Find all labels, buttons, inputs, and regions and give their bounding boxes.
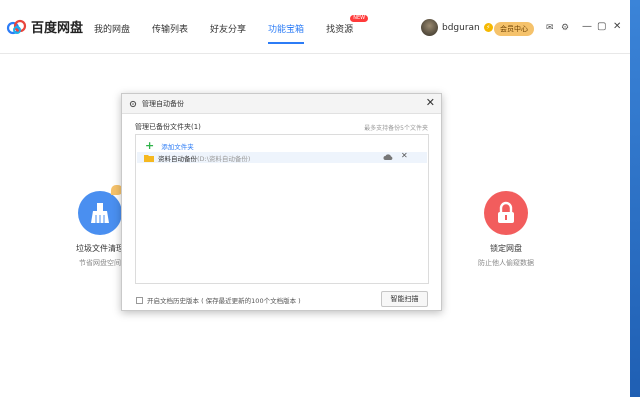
vip-lightning-icon: ⚡ xyxy=(483,23,493,32)
tab-label: 好友分享 xyxy=(210,25,247,35)
smart-scan-button[interactable]: 智能扫描 xyxy=(381,291,428,307)
minimize-icon[interactable]: — xyxy=(582,21,592,32)
backup-folder-list: + 添加文件夹 资料自动备份 (D:\资料自动备份) ✕ xyxy=(135,134,429,284)
history-label: 开启文档历史版本 ( 保存最近更新的100个文档版本 ) xyxy=(147,297,301,305)
folder-name: 资料自动备份 xyxy=(158,154,197,163)
add-folder-label: 添加文件夹 xyxy=(161,142,194,151)
close-icon[interactable]: ✕ xyxy=(613,21,621,32)
folder-icon xyxy=(144,154,154,162)
tab-label: 功能宝箱 xyxy=(268,25,305,35)
broom-icon xyxy=(78,191,122,235)
tool-desc: 防止他人偷窥数据 xyxy=(478,259,534,267)
app-logo[interactable]: 百度网盘 xyxy=(6,17,83,36)
gear-icon[interactable]: ⚙ xyxy=(561,23,569,33)
auto-backup-dialog: 管理自动备份 ✕ 管理已备份文件夹(1) 最多支持备份5个文件夹 + 添加文件夹… xyxy=(121,93,442,311)
tab-label: 找资源 xyxy=(326,25,354,35)
history-version-option[interactable]: 开启文档历史版本 ( 保存最近更新的100个文档版本 ) xyxy=(136,295,301,305)
dialog-header: 管理自动备份 xyxy=(122,94,441,114)
maximize-icon[interactable]: ▢ xyxy=(597,21,606,32)
add-folder-button[interactable]: + 添加文件夹 xyxy=(145,139,194,152)
tool-lock-disk[interactable]: 锁定网盘 防止他人偷窥数据 xyxy=(461,191,551,268)
tool-name: 锁定网盘 xyxy=(490,244,522,253)
tab-my-disk[interactable]: 我的网盘 xyxy=(94,22,130,35)
user-profile[interactable]: bdguran ⚡ xyxy=(421,19,493,36)
history-checkbox[interactable] xyxy=(136,296,143,304)
mail-icon[interactable]: ✉ xyxy=(546,23,554,33)
top-bar: 百度网盘 我的网盘 传输列表 好友分享 功能宝箱 找资源 NEW bdguran… xyxy=(0,0,630,54)
desktop-background xyxy=(630,0,640,397)
tab-label: 传输列表 xyxy=(152,25,189,35)
list-item[interactable]: 资料自动备份 (D:\资料自动备份) ✕ xyxy=(137,151,427,163)
cloud-logo-icon xyxy=(6,19,27,34)
cloud-sync-icon[interactable] xyxy=(383,153,393,161)
section-title: 管理已备份文件夹(1) xyxy=(135,123,201,131)
app-window: 百度网盘 我的网盘 传输列表 好友分享 功能宝箱 找资源 NEW bdguran… xyxy=(0,0,630,397)
lock-icon xyxy=(484,191,528,235)
username: bdguran xyxy=(442,22,480,33)
new-badge: NEW xyxy=(350,15,369,22)
section-hint: 最多支持备份5个文件夹 xyxy=(364,125,428,132)
tab-toolbox[interactable]: 功能宝箱 xyxy=(268,22,305,44)
tab-transfers[interactable]: 传输列表 xyxy=(152,22,188,35)
avatar[interactable] xyxy=(421,19,438,36)
remove-folder-icon[interactable]: ✕ xyxy=(401,151,408,160)
main-nav: 我的网盘 传输列表 好友分享 功能宝箱 找资源 NEW xyxy=(94,15,375,44)
member-center-button[interactable]: 会员中心 xyxy=(494,22,534,36)
dialog-title: 管理自动备份 xyxy=(142,99,184,108)
tab-find-resources[interactable]: 找资源 NEW xyxy=(326,15,369,35)
plus-icon: + xyxy=(145,139,155,152)
dialog-close-icon[interactable]: ✕ xyxy=(426,96,435,109)
settings-gear-icon xyxy=(129,100,137,107)
tab-friend-share[interactable]: 好友分享 xyxy=(210,22,246,35)
tab-label: 我的网盘 xyxy=(94,25,131,35)
folder-path: (D:\资料自动备份) xyxy=(197,154,251,163)
logo-text: 百度网盘 xyxy=(31,21,84,36)
